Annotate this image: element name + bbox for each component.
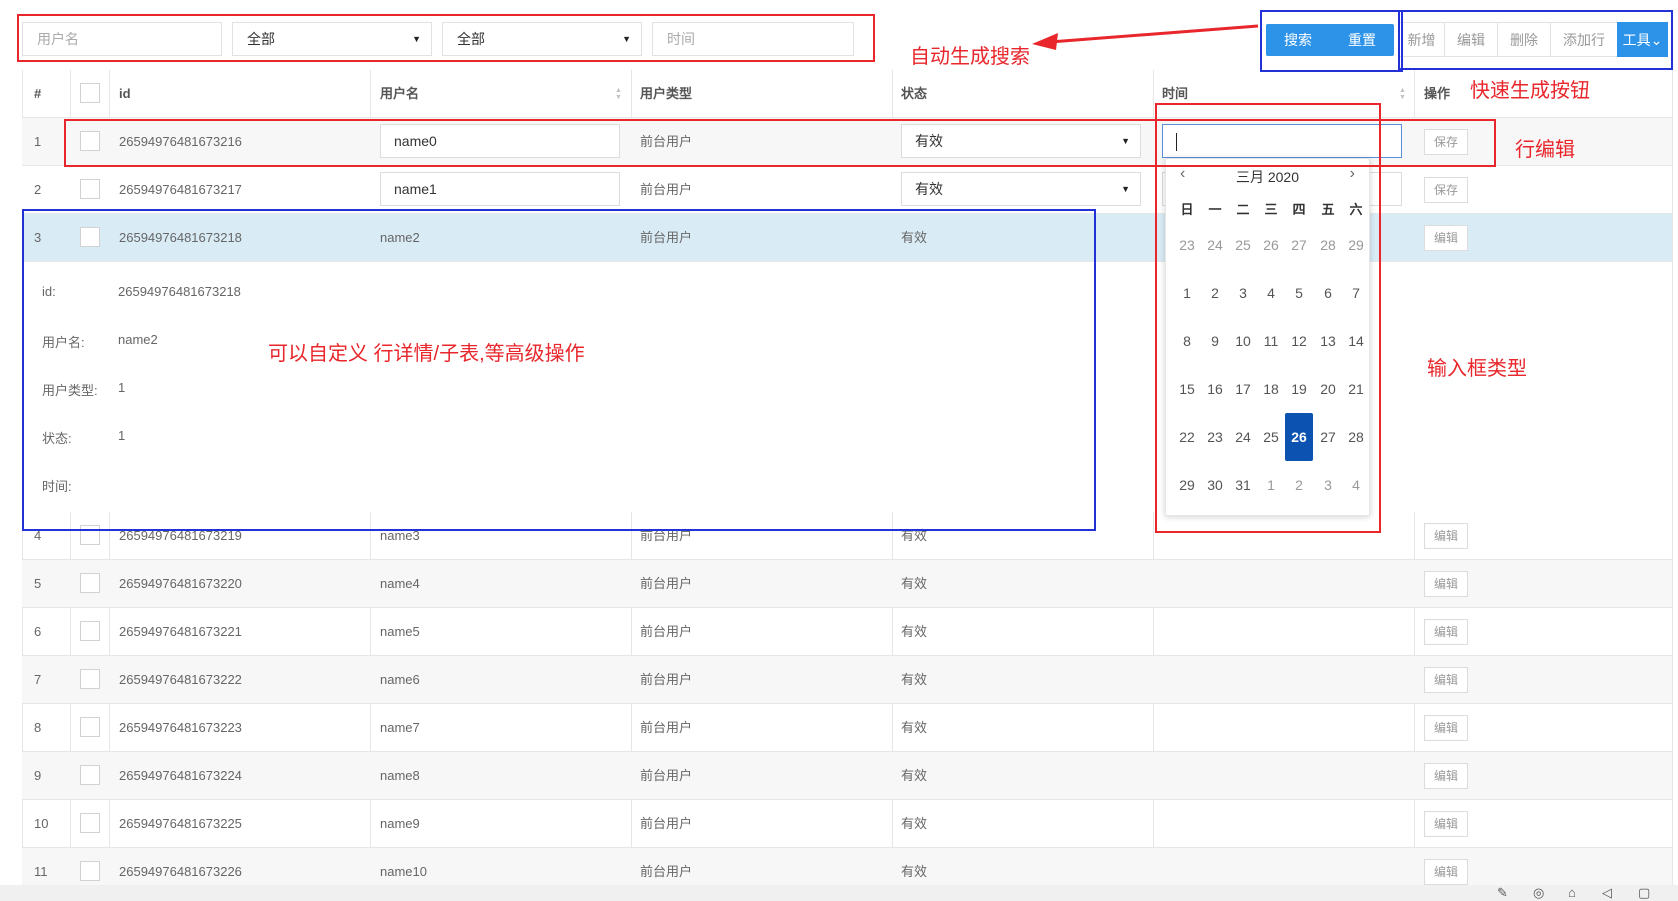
username-edit-input[interactable]: name1	[380, 172, 620, 206]
row-checkbox[interactable]	[80, 669, 100, 689]
row-status: 有效	[901, 720, 928, 735]
edit-row-button[interactable]: 编辑	[1424, 667, 1468, 693]
row-index: 5	[34, 576, 42, 591]
edit-row-button[interactable]: 编辑	[1424, 225, 1468, 251]
table-row[interactable]: 2 26594976481673217 name1 前台用户 有效 ▼ 保存	[22, 166, 1672, 214]
header-user-type: 用户类型	[640, 86, 693, 101]
row-id: 26594976481673217	[119, 182, 242, 197]
row-checkbox[interactable]	[80, 765, 100, 785]
volume-icon[interactable]: ◁	[1602, 885, 1612, 901]
row-username: name6	[380, 672, 420, 687]
window-icon[interactable]: ▢	[1638, 885, 1650, 901]
eye-icon[interactable]: ◎	[1533, 885, 1544, 901]
row-index: 7	[34, 672, 42, 687]
row-username: name7	[380, 720, 420, 735]
row-id: 26594976481673222	[119, 672, 242, 687]
edit-row-button[interactable]: 编辑	[1424, 523, 1468, 549]
annotation-search-buttons-box	[1260, 10, 1403, 72]
annotation-custom-detail: 可以自定义 行详情/子表,等高级操作	[268, 343, 585, 365]
row-id: 26594976481673221	[119, 624, 242, 639]
trash-icon[interactable]: ⌂	[1568, 885, 1576, 900]
caret-down-icon: ▼	[1121, 184, 1130, 194]
row-index: 9	[34, 768, 42, 783]
header-actions: 操作	[1424, 86, 1451, 101]
pin-icon[interactable]: ✎	[1497, 885, 1508, 901]
row-index: 8	[34, 720, 42, 735]
select-all-checkbox[interactable]	[80, 83, 100, 103]
row-user-type: 前台用户	[640, 720, 693, 735]
annotation-input-type-box	[1155, 103, 1381, 533]
row-checkbox[interactable]	[80, 179, 100, 199]
column-divider	[1672, 70, 1673, 885]
annotation-auto-search: 自动生成搜索	[910, 46, 1030, 68]
row-checkbox[interactable]	[80, 573, 100, 593]
sort-icon[interactable]: ▲ ▼	[615, 87, 622, 101]
row-id: 26594976481673220	[119, 576, 242, 591]
row-status: 有效	[901, 624, 928, 639]
status-bar	[0, 885, 1678, 901]
row-checkbox[interactable]	[80, 813, 100, 833]
annotation-quick-buttons: 快速生成按钮	[1470, 80, 1590, 102]
table-row[interactable]: 6 26594976481673221 name5 前台用户 有效 编辑	[22, 608, 1672, 656]
status-edit-select[interactable]: 有效 ▼	[901, 172, 1141, 206]
table-header-row: # id 用户名 ▲ ▼ 用户类型 状态 时间 ▲ ▼ 操作	[22, 70, 1672, 118]
sort-icon[interactable]: ▲ ▼	[1399, 87, 1406, 101]
header-status: 状态	[901, 86, 928, 101]
edit-row-button[interactable]: 编辑	[1424, 859, 1468, 885]
annotation-input-types: 输入框类型	[1427, 358, 1527, 380]
select-value: 有效	[915, 181, 943, 197]
annotation-search-box	[17, 14, 875, 62]
row-user-type: 前台用户	[640, 816, 693, 831]
row-id: 26594976481673224	[119, 768, 242, 783]
row-status: 有效	[901, 768, 928, 783]
save-button[interactable]: 保存	[1424, 177, 1468, 203]
row-checkbox[interactable]	[80, 861, 100, 881]
edit-row-button[interactable]: 编辑	[1424, 619, 1468, 645]
table-row[interactable]: 9 26594976481673224 name8 前台用户 有效 编辑	[22, 752, 1672, 800]
row-status: 有效	[901, 672, 928, 687]
row-status: 有效	[901, 576, 928, 591]
annotation-toolbar-box	[1398, 10, 1673, 70]
table-row[interactable]: 10 26594976481673225 name9 前台用户 有效 编辑	[22, 800, 1672, 848]
table-row[interactable]: 5 26594976481673220 name4 前台用户 有效 编辑	[22, 560, 1672, 608]
row-index: 2	[34, 182, 42, 197]
row-user-type: 前台用户	[640, 672, 693, 687]
header-id[interactable]: id	[119, 70, 131, 117]
row-user-type: 前台用户	[640, 768, 693, 783]
row-username: name8	[380, 768, 420, 783]
edit-row-button[interactable]: 编辑	[1424, 715, 1468, 741]
row-index: 1	[34, 134, 42, 149]
row-user-type: 前台用户	[640, 576, 693, 591]
edit-row-button[interactable]: 编辑	[1424, 763, 1468, 789]
annotation-row-edit: 行编辑	[1515, 139, 1575, 161]
table-row[interactable]: 8 26594976481673223 name7 前台用户 有效 编辑	[22, 704, 1672, 752]
row-id: 26594976481673225	[119, 816, 242, 831]
row-username: name5	[380, 624, 420, 639]
header-username[interactable]: 用户名	[380, 70, 419, 117]
row-username: name9	[380, 816, 420, 831]
row-index: 6	[34, 624, 42, 639]
row-username: name4	[380, 576, 420, 591]
row-checkbox[interactable]	[80, 621, 100, 641]
row-id: 26594976481673223	[119, 720, 242, 735]
edit-row-button[interactable]: 编辑	[1424, 571, 1468, 597]
edit-row-button[interactable]: 编辑	[1424, 811, 1468, 837]
row-checkbox[interactable]	[80, 717, 100, 737]
row-index: 10	[34, 816, 49, 831]
row-user-type: 前台用户	[640, 624, 693, 639]
table-row[interactable]: 7 26594976481673222 name6 前台用户 有效 编辑	[22, 656, 1672, 704]
annotation-detail-box	[22, 209, 1096, 531]
row-user-type: 前台用户	[640, 182, 693, 197]
row-status: 有效	[901, 816, 928, 831]
annotation-arrow	[1032, 24, 1259, 50]
header-index: #	[34, 86, 42, 101]
